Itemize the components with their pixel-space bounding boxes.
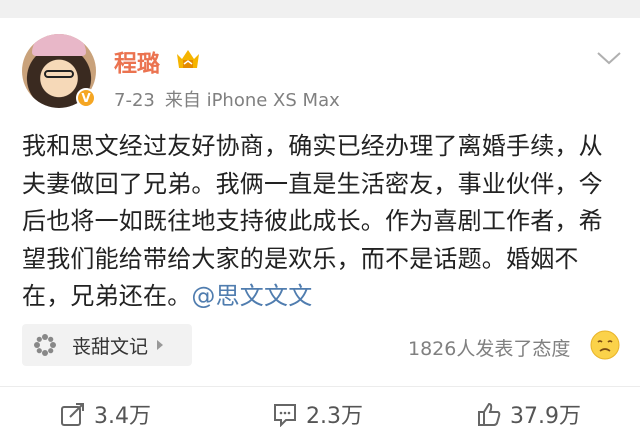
mention-link[interactable]: @思文文文: [191, 282, 312, 310]
post-source: 来自 iPhone XS Max: [164, 90, 340, 111]
post-meta: 7-23 来自 iPhone XS Max: [114, 86, 340, 112]
arrow-right-icon: [157, 340, 164, 350]
post-text: 我和思文经过友好协商，确实已经办理了离婚手续，从夫妻做回了兄弟。我俩一直是生活密…: [22, 132, 603, 310]
like-icon: [478, 402, 501, 426]
action-divider: [0, 386, 640, 387]
topic-chip-label: 丧甜文记: [72, 335, 149, 358]
vip-crown-icon: [177, 50, 199, 68]
repost-icon: [61, 403, 84, 426]
top-status-strip: [0, 0, 640, 18]
like-button[interactable]: 37.9万: [476, 398, 581, 428]
avatar-glasses: [44, 70, 74, 78]
topic-chip[interactable]: 丧甜文记: [22, 324, 192, 366]
comment-icon: [274, 404, 296, 427]
emoji-icon[interactable]: [590, 330, 620, 360]
reaction-count[interactable]: 1826人发表了态度: [408, 334, 570, 361]
pinwheel-icon: [34, 334, 56, 356]
post-date: 7-23: [114, 90, 155, 111]
chevron-down-icon[interactable]: [596, 50, 622, 66]
author-name[interactable]: 程璐: [114, 44, 160, 78]
comment-button[interactable]: 2.3万: [272, 398, 363, 428]
repost-button[interactable]: 3.4万: [60, 398, 151, 428]
comment-count: 2.3万: [306, 404, 363, 428]
verified-icon: V: [76, 88, 96, 108]
avatar-hat: [32, 34, 86, 56]
like-count: 37.9万: [510, 404, 581, 428]
post-content: 我和思文经过友好协商，确实已经办理了离婚手续，从夫妻做回了兄弟。我俩一直是生活密…: [22, 128, 622, 316]
repost-count: 3.4万: [94, 404, 151, 428]
